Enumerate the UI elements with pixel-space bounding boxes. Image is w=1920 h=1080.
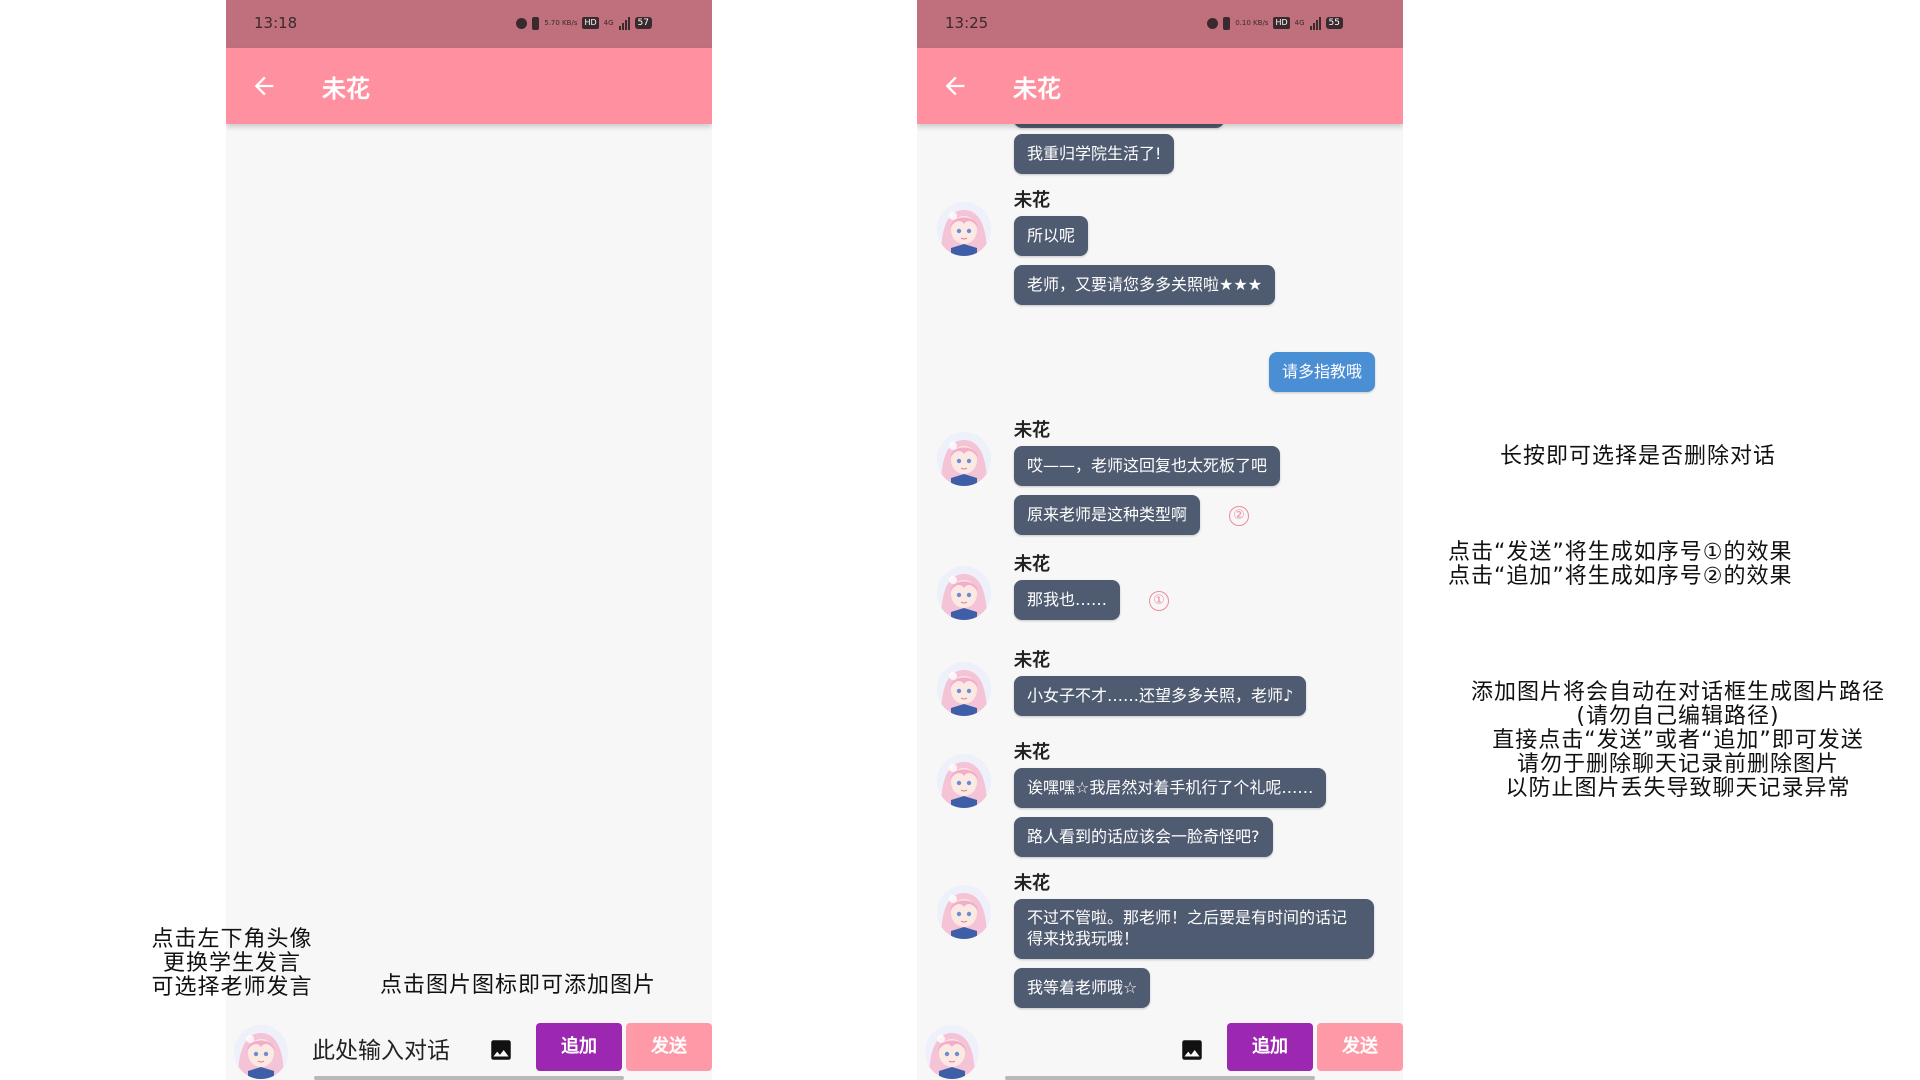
send-button[interactable]: 发送 [1317,1023,1403,1071]
chat-title: 未花 [322,75,370,103]
message-bubble[interactable]: 哎——，老师这回复也太死板了吧 [1014,446,1281,486]
sender-name: 未花 [1014,420,1050,441]
message-bubble[interactable]: 不过不管啦。那老师！之后要是有时间的话记得来找我玩哦！ [1014,899,1374,959]
signal-icon [1309,16,1321,30]
message-input[interactable] [310,1031,484,1071]
avatar[interactable] [937,662,991,716]
add-button[interactable]: 追加 [1227,1023,1313,1071]
message-bubble[interactable]: 路人看到的话应该会一脸奇怪吧? [1014,817,1273,857]
vibrate-icon [1223,16,1231,30]
speaker-avatar-button[interactable] [234,1025,288,1079]
hd-icon: HD [1273,17,1290,29]
app-bar: 未花 [917,48,1403,124]
input-bar: 追加 发送 [917,1019,1403,1080]
chat-title: 未花 [1013,75,1061,103]
phone-screen-empty: 13:18 5.70 KB/s HD 4G 57 未花 追加 发送 [226,0,712,1080]
battery-level: 57 [634,17,652,29]
send-button[interactable]: 发送 [626,1023,712,1071]
message-bubble[interactable]: 小女子不才……还望多多关照，老师♪ [1014,676,1307,716]
battery-level: 55 [1325,17,1343,29]
annotation-send-hint: 点击“发送”将生成如序号①的效果 点击“追加”将生成如序号②的效果 [1448,541,1793,589]
image-icon[interactable] [1179,1037,1205,1063]
message-bubble[interactable]: 那我也…… [1014,580,1121,620]
sequence-marker: ② [1229,506,1249,526]
avatar[interactable] [937,202,991,256]
annotation-line: 点击“追加”将生成如序号②的效果 [1448,564,1793,589]
signal-icon [618,16,630,30]
status-icons: 5.70 KB/s HD 4G 57 [516,15,652,31]
status-time: 13:18 [254,14,298,32]
status-bar: 13:18 5.70 KB/s HD 4G 57 [226,0,712,48]
message-bubble[interactable]: 我重归学院生活了! [1014,134,1175,174]
sender-name: 未花 [1014,554,1050,575]
chat-area-empty [226,124,712,1019]
annotation-line: 可选择老师发言 [151,975,313,1000]
message-input[interactable] [1001,1031,1175,1071]
message-bubble[interactable]: 我等着老师哦☆ [1014,968,1151,1008]
sender-name: 未花 [1014,650,1050,671]
avatar[interactable] [937,754,991,808]
annotation-avatar-hint: 点击左下角头像 更换学生发言 可选择老师发言 [132,928,332,1000]
user-message-bubble[interactable]: 请多指教哦 [1268,352,1375,392]
phone-screen-chat: 13:25 0.10 KB/s HD 4G 55 未花 我重归学院生活了! 未花… [917,0,1403,1080]
annotation-line: 直接点击“发送”或者“追加”即可发送 [1492,728,1864,753]
annotation-line: 请勿于删除聊天记录前删除图片 [1516,752,1839,777]
network-type: 4G [1294,18,1305,27]
back-arrow-icon[interactable] [250,72,278,100]
hd-icon: HD [582,17,599,29]
annotation-delete-hint: 长按即可选择是否删除对话 [1500,444,1777,469]
annotation-line: 点击左下角头像 [151,927,313,952]
annotation-line: 更换学生发言 [162,951,301,976]
annotation-line: 添加图片将会自动在对话框生成图片路径 [1470,680,1885,705]
message-bubble[interactable]: 老师，又要请您多多关照啦★★★ [1014,265,1276,305]
vibrate-icon [532,16,540,30]
annotation-image-hint: 点击图片图标即可添加图片 [380,973,657,998]
sender-name: 未花 [1014,742,1050,763]
message-bubble[interactable]: 所以呢 [1014,216,1089,256]
message-bubble[interactable]: 原来老师是这种类型啊 [1014,495,1201,535]
image-icon[interactable] [488,1037,514,1063]
sender-name: 未花 [1014,190,1050,211]
message-bubble[interactable]: 诶嘿嘿☆我居然对着手机行了个礼呢…… [1014,768,1327,808]
avatar[interactable] [937,885,991,939]
network-type: 4G [603,18,614,27]
sender-name: 未花 [1014,873,1050,894]
avatar[interactable] [937,432,991,486]
status-icons: 0.10 KB/s HD 4G 55 [1207,15,1343,31]
annotation-line: 以防止图片丢失导致聊天记录异常 [1505,776,1851,801]
alarm-icon [516,17,528,29]
home-indicator [314,1076,624,1080]
chat-area: 我重归学院生活了! 未花 所以呢 老师，又要请您多多关照啦★★★ 请多指教哦 未… [917,124,1403,1019]
message-bubble-cut-off [1014,124,1224,128]
input-bar: 追加 发送 [226,1019,712,1080]
network-speed: 0.10 KB/s [1235,18,1269,27]
sequence-marker: ① [1149,591,1169,611]
app-bar: 未花 [226,48,712,124]
alarm-icon [1207,17,1219,29]
annotation-image-path-hint: 添加图片将会自动在对话框生成图片路径 (请勿自己编辑路径) 直接点击“发送”或者… [1443,681,1913,801]
network-speed: 5.70 KB/s [544,18,578,27]
speaker-avatar-button[interactable] [925,1025,979,1079]
back-arrow-icon[interactable] [941,72,969,100]
add-button[interactable]: 追加 [536,1023,622,1071]
home-indicator [1005,1076,1315,1080]
annotation-line: 点击“发送”将生成如序号①的效果 [1448,540,1793,565]
avatar[interactable] [937,566,991,620]
status-time: 13:25 [945,14,989,32]
status-bar: 13:25 0.10 KB/s HD 4G 55 [917,0,1403,48]
annotation-line: (请勿自己编辑路径) [1576,704,1780,729]
